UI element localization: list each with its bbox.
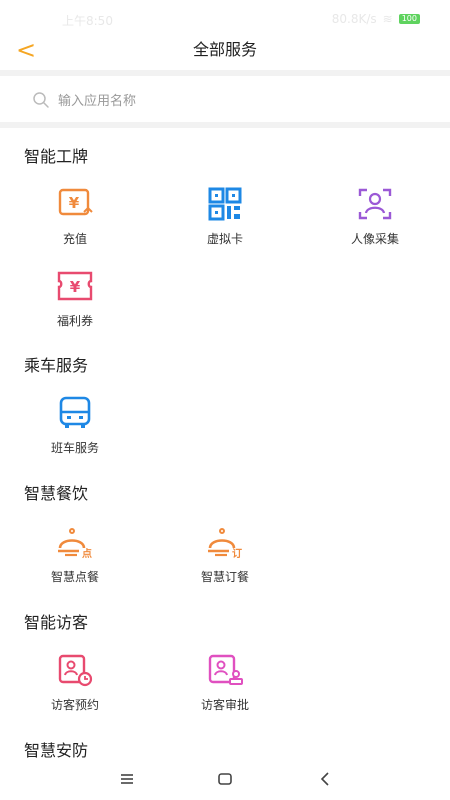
back-button[interactable]: < [14, 36, 38, 64]
service-label: 充值 [62, 232, 87, 246]
status-time: 上午8:50 [62, 14, 113, 28]
search-bar [0, 76, 450, 122]
menu-icon[interactable] [115, 768, 139, 790]
svg-text:¥: ¥ [70, 278, 81, 296]
service-label: 虚拟卡 [206, 232, 243, 246]
service-shuttle-bus[interactable]: 班车服务 [15, 395, 135, 465]
qr-code-icon [208, 187, 242, 221]
visitor-appointment-icon [58, 654, 93, 687]
battery-icon: 100 [398, 14, 420, 24]
service-label: 访客审批 [200, 698, 249, 712]
svg-text:订: 订 [232, 547, 242, 560]
service-label: 人像采集 [350, 232, 399, 246]
book-meal-icon: 订 [208, 528, 242, 560]
service-virtual-card[interactable]: 虚拟卡 [165, 186, 285, 256]
network-speed: 80.8K/s [331, 12, 377, 26]
section-title-smart-badge: 智能工牌 [24, 147, 89, 166]
section-title-security: 智慧安防 [24, 741, 89, 758]
search-icon [33, 92, 49, 108]
service-label: 福利券 [56, 314, 93, 328]
visitor-approval-icon [208, 654, 243, 685]
status-bar: 上午8:50 80.8K/s ≋ 100 [0, 0, 450, 30]
back-icon[interactable] [313, 768, 337, 790]
section-title-ride: 乘车服务 [24, 356, 89, 375]
system-nav-bar [0, 758, 450, 800]
home-icon[interactable] [213, 768, 237, 790]
status-indicators: 80.8K/s ≋ 100 [332, 12, 420, 26]
header: 全部服务 < [0, 30, 450, 70]
svg-text:点: 点 [82, 547, 92, 560]
search-input[interactable] [56, 86, 420, 116]
service-visitor-approval[interactable]: 访客审批 [165, 652, 285, 722]
service-recharge[interactable]: ¥ 充值 [15, 186, 135, 256]
service-label: 班车服务 [50, 441, 99, 455]
svg-text:¥: ¥ [69, 194, 80, 212]
service-label: 智慧点餐 [50, 570, 99, 584]
recharge-icon: ¥ [58, 188, 93, 216]
service-face-capture[interactable]: 人像采集 [315, 186, 435, 256]
services-list: 智能工牌 ¥ 充值 虚拟卡 人像采集 ¥ 福利券 乘车服务 班车服务 智慧餐饮 … [0, 128, 450, 758]
section-title-visitor: 智能访客 [24, 613, 89, 632]
service-coupon[interactable]: ¥ 福利券 [15, 268, 135, 338]
order-food-icon: 点 [58, 528, 92, 560]
service-label: 智慧订餐 [200, 570, 249, 584]
bus-icon [59, 396, 91, 428]
service-order-food[interactable]: 点 智慧点餐 [15, 524, 135, 594]
page-title: 全部服务 [192, 40, 257, 59]
service-book-meal[interactable]: 订 智慧订餐 [165, 524, 285, 594]
section-title-dining: 智慧餐饮 [24, 484, 89, 503]
face-capture-icon [358, 188, 392, 220]
service-label: 访客预约 [50, 698, 99, 712]
wifi-icon: ≋ [382, 12, 393, 26]
coupon-icon: ¥ [57, 271, 93, 301]
service-visitor-appointment[interactable]: 访客预约 [15, 652, 135, 722]
